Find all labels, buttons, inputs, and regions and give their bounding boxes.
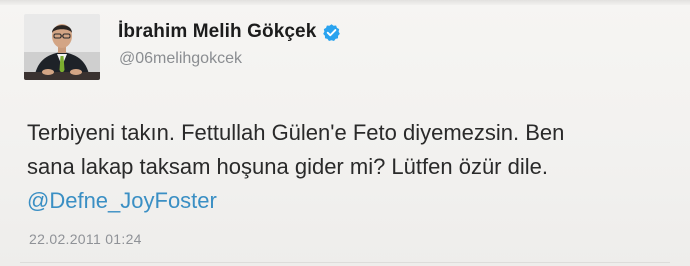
mention-link[interactable]: @Defne_JoyFoster: [27, 184, 667, 218]
tweet-card: İbrahim Melih Gökçek @06melihgokcek Terb…: [0, 0, 690, 266]
verified-badge-icon: [322, 23, 341, 42]
tweet-text-line: Terbiyeni takın. Fettullah Gülen'e Feto …: [27, 120, 565, 145]
avatar[interactable]: [24, 14, 100, 80]
top-divider: [0, 0, 690, 5]
tweet-timestamp[interactable]: 22.02.2011 01:24: [29, 231, 142, 247]
user-handle[interactable]: @06melihgokcek: [119, 50, 242, 68]
tweet-text: Terbiyeni takın. Fettullah Gülen'e Feto …: [27, 116, 667, 218]
author-name-row: İbrahim Melih Gökçek: [118, 19, 341, 45]
tweet-text-line: sana lakap taksam hoşuna gider mi? Lütfe…: [27, 154, 548, 179]
display-name[interactable]: İbrahim Melih Gökçek: [118, 21, 316, 43]
bottom-divider: [20, 262, 670, 263]
